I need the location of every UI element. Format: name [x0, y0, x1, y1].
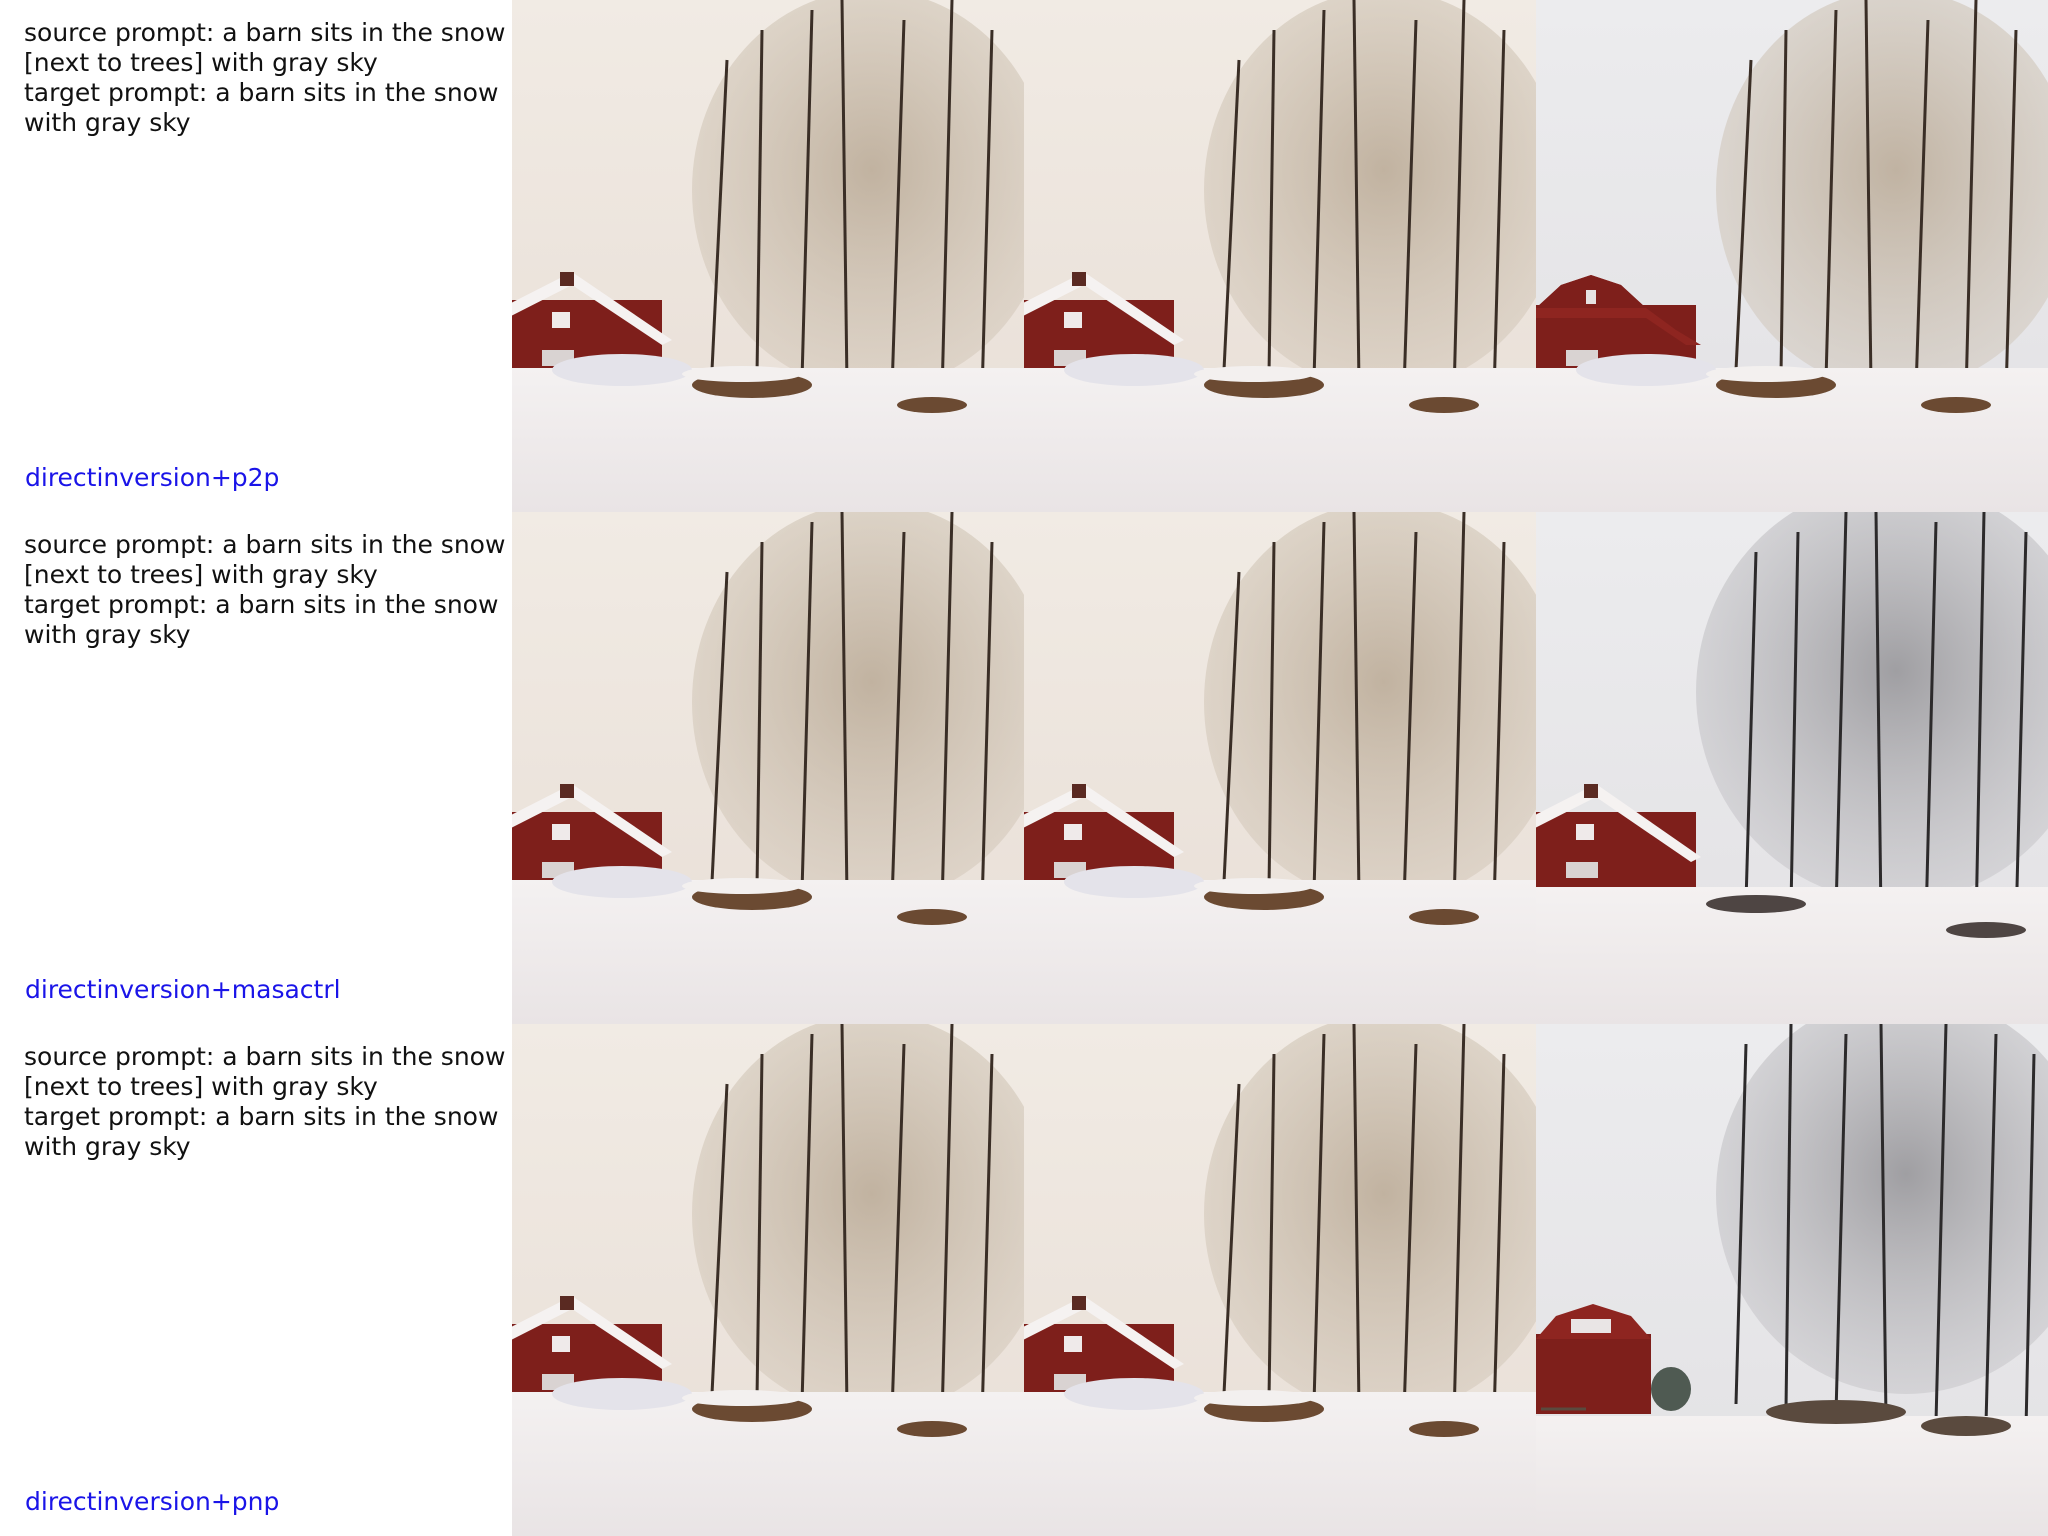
edited-image [1536, 0, 2048, 512]
comparison-row: source prompt: a barn sits in the snow [… [0, 512, 2048, 1024]
reconstructed-image [1024, 1024, 1536, 1536]
caption-cell: source prompt: a barn sits in the snow [… [0, 0, 512, 512]
caption-cell: source prompt: a barn sits in the snow [… [0, 512, 512, 1024]
source-image [512, 1024, 1024, 1536]
prompt-text: source prompt: a barn sits in the snow [… [24, 18, 506, 137]
prompt-text: source prompt: a barn sits in the snow [… [24, 1042, 506, 1161]
reconstructed-image [1024, 512, 1536, 1024]
method-label: directinversion+p2p [25, 463, 280, 492]
reconstructed-image [1024, 0, 1536, 512]
method-label: directinversion+masactrl [25, 975, 341, 1004]
caption-cell: source prompt: a barn sits in the snow [… [0, 1024, 512, 1536]
comparison-row: source prompt: a barn sits in the snow [… [0, 1024, 2048, 1536]
comparison-row: source prompt: a barn sits in the snow [… [0, 0, 2048, 512]
source-image [512, 512, 1024, 1024]
edited-image [1536, 512, 2048, 1024]
method-label: directinversion+pnp [25, 1487, 280, 1516]
source-image [512, 0, 1024, 512]
edited-image [1536, 1024, 2048, 1536]
prompt-text: source prompt: a barn sits in the snow [… [24, 530, 506, 649]
